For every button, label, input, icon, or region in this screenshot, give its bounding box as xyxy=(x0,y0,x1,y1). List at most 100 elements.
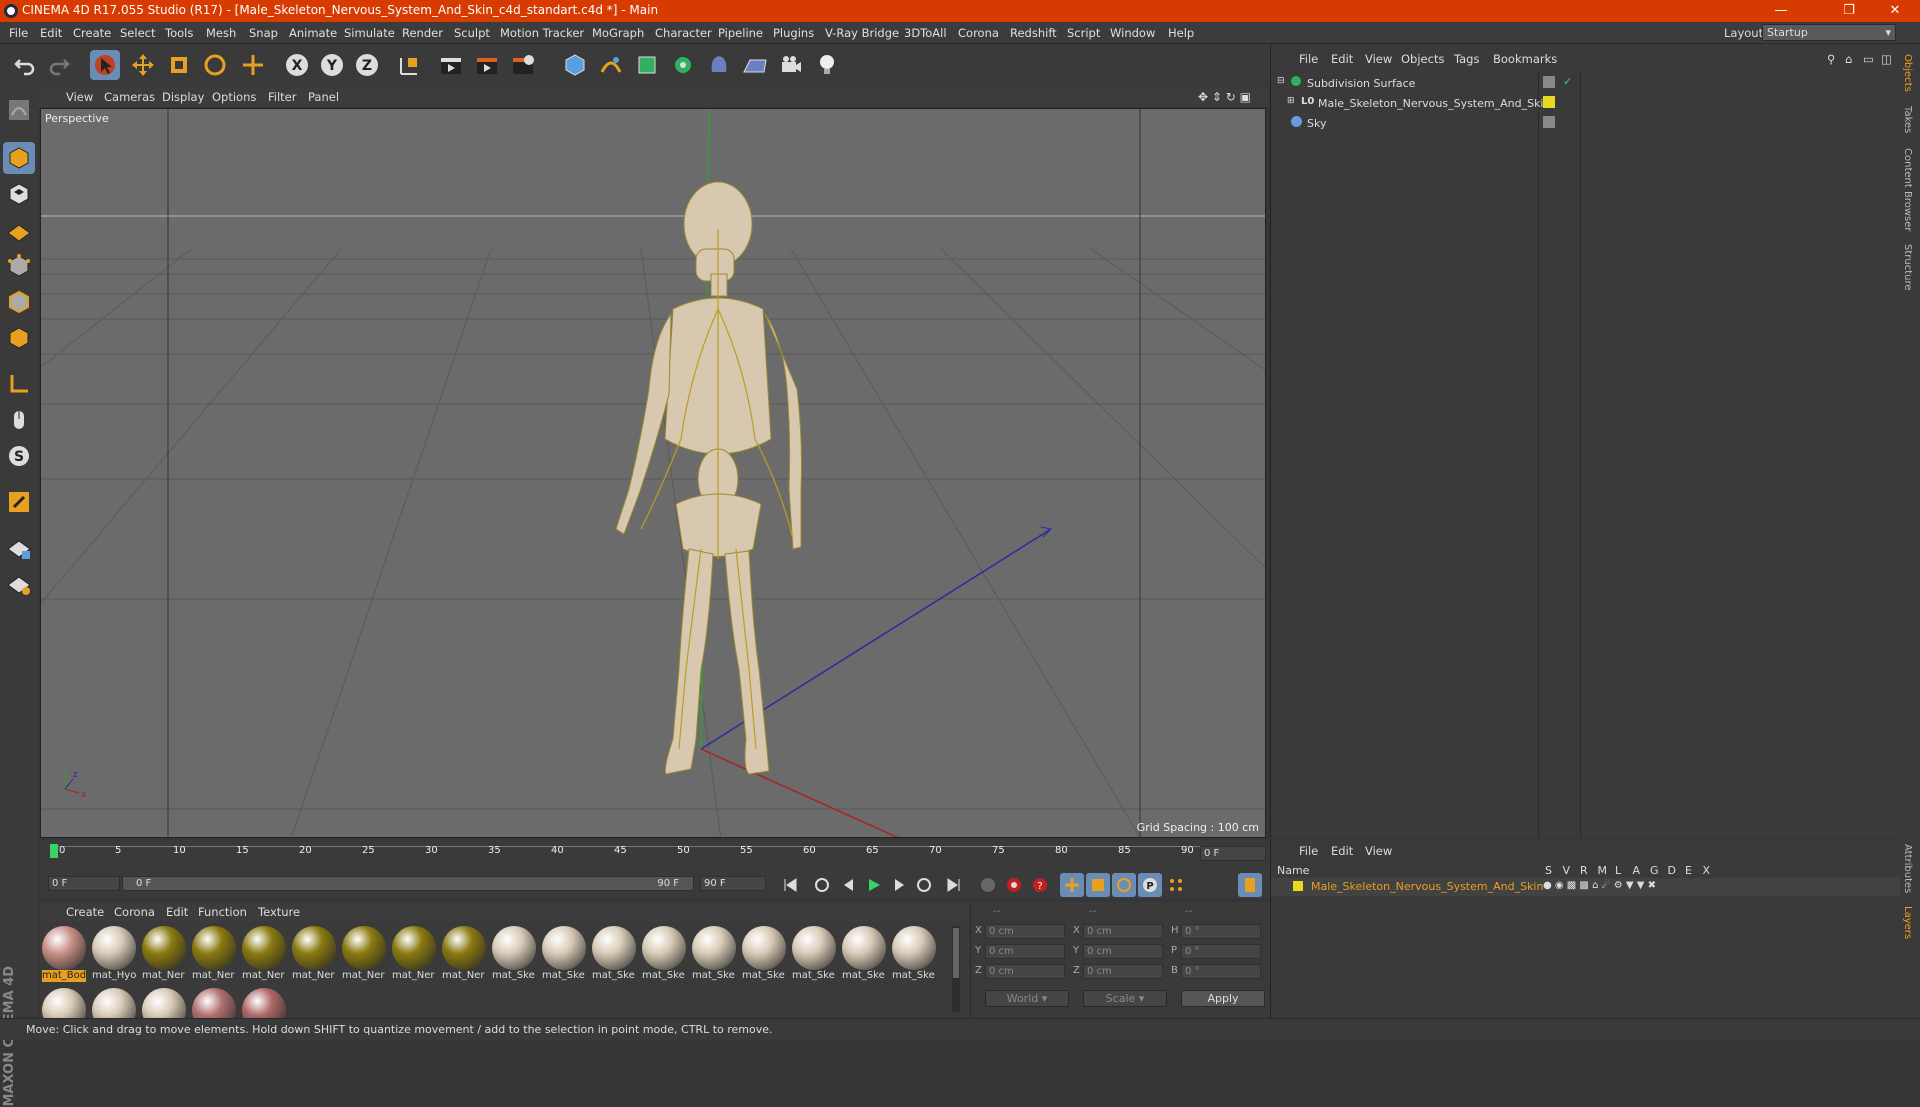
obj-menu-view[interactable]: View xyxy=(1365,52,1392,66)
key-position-button[interactable] xyxy=(1060,873,1084,897)
polygons-mode-button[interactable] xyxy=(3,322,35,354)
layer-menu-edit[interactable]: Edit xyxy=(1331,844,1353,858)
obj-menu-edit[interactable]: Edit xyxy=(1331,52,1353,66)
coord-input-field[interactable]: 0 cm xyxy=(1083,964,1163,979)
previous-keyframe-button[interactable] xyxy=(810,873,834,897)
coord-input-field[interactable]: 0 cm xyxy=(1083,924,1163,939)
camera-label[interactable]: Perspective xyxy=(45,112,109,125)
layer-column-header[interactable]: X xyxy=(1703,864,1711,877)
mat-menu-texture[interactable]: Texture xyxy=(258,905,300,919)
menu-script[interactable]: Script xyxy=(1067,26,1100,40)
mat-menu-create[interactable]: Create xyxy=(66,905,104,919)
cloner-button[interactable] xyxy=(668,50,698,80)
3d-viewport[interactable]: y x z Perspective Grid Spacing : 100 cm xyxy=(40,108,1266,838)
layout-select[interactable]: Startup ▾ xyxy=(1762,24,1896,41)
mat-menu-edit[interactable]: Edit xyxy=(166,905,188,919)
expand-icon[interactable]: ⊞ xyxy=(1287,96,1295,106)
new-window-icon[interactable]: ▭ xyxy=(1863,52,1874,66)
layer-color-swatch[interactable] xyxy=(1293,881,1303,891)
start-frame-field[interactable]: 0 F xyxy=(48,876,120,891)
undo-button[interactable] xyxy=(10,50,40,80)
material-swatch[interactable]: mat_Ner xyxy=(242,926,288,984)
go-to-start-button[interactable] xyxy=(778,873,802,897)
menu-character[interactable]: Character xyxy=(655,26,712,40)
material-swatch[interactable]: mat_Ske xyxy=(892,926,938,984)
minimize-button[interactable]: — xyxy=(1758,0,1804,22)
obj-menu-bookmarks[interactable]: Bookmarks xyxy=(1493,52,1557,66)
layer-column-header[interactable]: M xyxy=(1598,864,1608,877)
tab-attributes[interactable]: Attributes xyxy=(1902,844,1913,893)
key-parameter-button[interactable]: P xyxy=(1138,873,1162,897)
x-axis-lock[interactable]: X xyxy=(282,50,312,80)
restore-button[interactable]: ❐ xyxy=(1826,0,1872,22)
mat-menu-corona[interactable]: Corona xyxy=(114,905,155,919)
material-swatch[interactable]: mat_Bod xyxy=(42,926,88,984)
deformer-button[interactable] xyxy=(704,50,734,80)
mat-menu-function[interactable]: Function xyxy=(198,905,247,919)
rotate-tool[interactable] xyxy=(200,50,230,80)
object-row-sky[interactable]: Sky xyxy=(1271,114,1901,134)
layer-column-header[interactable]: R xyxy=(1580,864,1588,877)
material-swatch[interactable]: mat_Ske xyxy=(492,926,538,984)
expand-icon[interactable]: ◫ xyxy=(1881,52,1892,66)
menu-pipeline[interactable]: Pipeline xyxy=(718,26,763,40)
tab-structure[interactable]: Structure xyxy=(1902,244,1913,291)
points-mode-button[interactable] xyxy=(3,250,35,282)
end-frame-field[interactable]: 90 F xyxy=(700,876,766,891)
layer-column-header[interactable]: A xyxy=(1633,864,1641,877)
timeline-ruler[interactable]: 0 5 10 15 20 25 30 35 40 45 50 55 60 65 … xyxy=(40,840,1270,872)
viewport-menu-panel[interactable]: Panel xyxy=(308,90,339,104)
tab-content-browser[interactable]: Content Browser xyxy=(1902,148,1913,231)
material-swatch[interactable]: mat_Ske xyxy=(742,926,788,984)
material-swatch[interactable]: mat_Ner xyxy=(142,926,188,984)
menu-help[interactable]: Help xyxy=(1168,26,1194,40)
material-scrollbar[interactable] xyxy=(952,926,960,1012)
object-row-male-skeleton[interactable]: ⊞ L0 Male_Skeleton_Nervous_System_And_Sk… xyxy=(1271,94,1901,114)
texture-mode-button[interactable] xyxy=(3,178,35,210)
search-icon[interactable]: ⚲ xyxy=(1827,52,1835,66)
layer-menu-file[interactable]: File xyxy=(1299,844,1318,858)
workplane-lock-button[interactable] xyxy=(3,532,35,564)
menu-motion-tracker[interactable]: Motion Tracker xyxy=(500,26,584,40)
menu-snap[interactable]: Snap xyxy=(249,26,278,40)
menu-create[interactable]: Create xyxy=(73,26,111,40)
layer-column-header[interactable]: L xyxy=(1615,864,1621,877)
render-settings-button[interactable] xyxy=(508,50,538,80)
tweak-mode-button[interactable] xyxy=(3,404,35,436)
material-swatch[interactable]: mat_Ner xyxy=(342,926,388,984)
live-selection-tool[interactable] xyxy=(90,50,120,80)
floor-button[interactable] xyxy=(740,50,770,80)
tab-objects[interactable]: Objects xyxy=(1902,54,1913,92)
tab-takes[interactable]: Takes xyxy=(1902,106,1913,133)
material-swatch[interactable]: mat_Ske xyxy=(792,926,838,984)
menu-edit[interactable]: Edit xyxy=(40,26,62,40)
coord-input-field[interactable]: 0 ° xyxy=(1181,944,1261,959)
viewport-menu-view[interactable]: View xyxy=(66,90,93,104)
pen-spline-button[interactable] xyxy=(596,50,626,80)
coord-input-field[interactable]: 0 cm xyxy=(1083,944,1163,959)
material-swatch[interactable]: mat_Ske xyxy=(842,926,888,984)
menu-plugins[interactable]: Plugins xyxy=(773,26,814,40)
autokeying-button[interactable]: ? xyxy=(1028,873,1052,897)
coord-input-field[interactable]: 0 cm xyxy=(985,964,1065,979)
close-button[interactable]: ✕ xyxy=(1872,0,1918,22)
viewport-menu-options[interactable]: Options xyxy=(212,90,256,104)
home-icon[interactable]: ⌂ xyxy=(1845,52,1852,66)
viewport-nav-icons[interactable]: ✥ ⇕ ↻ ▣ xyxy=(1198,90,1251,104)
layer-column-header[interactable]: E xyxy=(1685,864,1692,877)
layer-column-header[interactable]: G xyxy=(1650,864,1659,877)
scale-tool[interactable] xyxy=(164,50,194,80)
object-row-subdivision-surface[interactable]: ⊟ Subdivision Surface ✓ xyxy=(1271,74,1901,94)
material-swatch[interactable]: mat_Ner xyxy=(392,926,438,984)
layer-column-header[interactable]: V xyxy=(1563,864,1571,877)
obj-menu-objects[interactable]: Objects xyxy=(1401,52,1444,66)
camera-button[interactable] xyxy=(776,50,806,80)
render-view-button[interactable] xyxy=(436,50,466,80)
material-swatch[interactable]: mat_Ner xyxy=(192,926,238,984)
menu-select[interactable]: Select xyxy=(120,26,155,40)
workplane-mode-button[interactable] xyxy=(3,214,35,246)
material-swatch[interactable]: mat_Ner xyxy=(292,926,338,984)
menu-render[interactable]: Render xyxy=(402,26,443,40)
layer-column-header[interactable]: S xyxy=(1545,864,1552,877)
layer-menu-view[interactable]: View xyxy=(1365,844,1392,858)
